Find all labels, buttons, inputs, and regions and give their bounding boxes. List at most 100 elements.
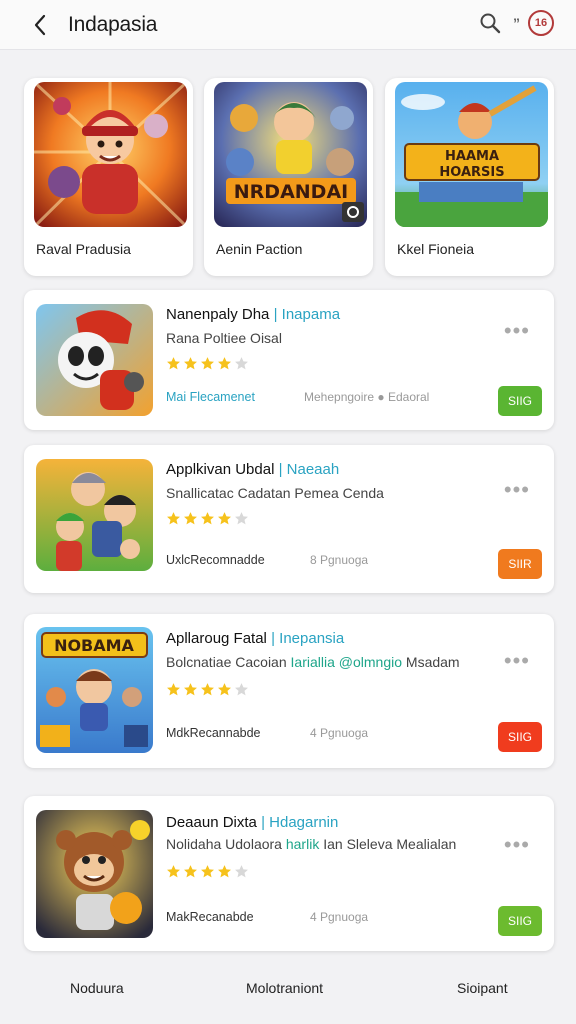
app-tag: | Naeaah [278,461,340,478]
recommend-label: UxlcRecomnadde [166,553,265,567]
svg-text:NRDANDAI: NRDANDAI [234,181,348,203]
install-button[interactable]: SIIG [498,722,542,752]
svg-text:NOBAMA: NOBAMA [54,636,134,655]
more-options-icon[interactable]: ••• [504,834,530,856]
install-button[interactable]: SIIR [498,549,542,579]
quote-icon: ” [513,15,520,31]
featured-card[interactable]: Raval Pradusia [24,78,193,276]
app-title-text: Apllaroug Fatal [166,630,267,647]
castle-art-icon: HAAMA HOARSIS [395,82,548,227]
star-filled-icon [184,683,197,696]
install-button[interactable]: SIIG [498,906,542,936]
featured-card[interactable]: NRDANDAI Aenin Paction [204,78,373,276]
star-empty-icon [235,357,248,370]
recommend-label: MakRecanabde [166,910,254,924]
app-name: Apllaroug Fatal | Inepansia [166,630,344,647]
group-heroes-icon [36,459,153,571]
app-description-tail: Msadam [405,654,460,670]
hero-art-icon [34,82,187,227]
recommend-label: MdkRecannabde [166,726,261,740]
star-filled-icon [167,865,180,878]
star-filled-icon [201,865,214,878]
app-tag-text: Inepansia [279,630,345,647]
app-description: Snallicatac Cadatan Pemea Cenda [166,485,384,501]
star-filled-icon [201,683,214,696]
app-title-text: Applkivan Ubdal [166,461,275,478]
star-filled-icon [218,357,231,370]
adventure-game-icon: NOBAMA [36,627,153,753]
app-meta: 8 Pgnuoga [310,553,369,567]
app-tag: | Inapama [273,306,341,323]
nav-item-home[interactable]: Noduura [70,980,124,996]
featured-card-label: Kkel Fioneia [397,241,475,257]
featured-card-label: Raval Pradusia [36,241,131,257]
back-button[interactable] [20,3,60,47]
star-filled-icon [167,512,180,525]
monkey-hero-icon [36,810,153,938]
search-button[interactable] [475,8,505,38]
star-filled-icon [184,865,197,878]
app-list-item[interactable]: Nanenpaly Dha | Inapama Rana Poltiee Ois… [24,290,554,430]
app-tag-text: Inapama [281,306,341,323]
rating-stars [166,511,249,526]
star-empty-icon [235,512,248,525]
app-name: Applkivan Ubdal | Naeaah [166,461,339,478]
rating-stars [166,682,249,697]
app-description-text: Nolidaha Udolaora [166,836,282,852]
svg-text:HAAMA: HAAMA [445,149,499,164]
app-name: Nanenpaly Dha | Inapama [166,306,340,323]
app-description-highlight: harlik [285,836,320,852]
app-description-highlight: Iariallia @olmngio [290,654,403,670]
star-filled-icon [184,357,197,370]
bottom-navigation: Noduura Molotraniont Sioipant [0,960,576,1024]
svg-text:HOARSIS: HOARSIS [439,165,504,180]
app-meta: Mehepngoire ● Edaoral [304,390,430,404]
app-description: Rana Poltiee Oisal [166,330,282,346]
app-title-text: Deaaun Dixta [166,814,257,831]
star-filled-icon [218,512,231,525]
app-meta: 4 Pgnuoga [310,726,369,740]
rating-stars [166,356,249,371]
star-filled-icon [167,357,180,370]
featured-card[interactable]: HAAMA HOARSIS Kkel Fioneia [385,78,554,276]
search-icon [480,13,501,34]
install-button[interactable]: SIIG [498,386,542,416]
featured-card-label: Aenin Paction [216,241,303,257]
app-list-item[interactable]: Applkivan Ubdal | Naeaah Snallicatac Cad… [24,445,554,593]
top-app-bar: Indapasia ” 16 [0,0,576,50]
star-filled-icon [167,683,180,696]
app-list-item[interactable]: Deaaun Dixta | Hdagarnin Nolidaha Udolao… [24,796,554,951]
star-filled-icon [218,865,231,878]
nav-item-middle[interactable]: Molotraniont [246,980,323,996]
nav-item-right[interactable]: Sioipant [457,980,508,996]
star-filled-icon [218,683,231,696]
recommend-label: Mai Flecamenet [166,390,255,404]
more-options-icon[interactable]: ••• [504,320,530,342]
more-options-icon[interactable]: ••• [504,479,530,501]
rating-stars [166,864,249,879]
app-title-text: Nanenpaly Dha [166,306,270,323]
star-filled-icon [201,357,214,370]
app-list-item[interactable]: NOBAMA Apllaroug Fatal | Inepansia Bolcn… [24,614,554,768]
app-tag-text: Naeaah [286,461,340,478]
app-meta: 4 Pgnuoga [310,910,369,924]
more-options-icon[interactable]: ••• [504,650,530,672]
star-filled-icon [201,512,214,525]
app-description-text: Bolcnatiae Cacoian [166,654,287,670]
app-description: Bolcnatiae Cacoian Iariallia @olmngio Ms… [166,654,460,670]
app-tag: | Inepansia [271,630,345,647]
chevron-left-icon [34,14,46,35]
app-name: Deaaun Dixta | Hdagarnin [166,814,338,831]
profile-badge-button[interactable]: 16 [528,10,554,36]
star-empty-icon [235,865,248,878]
panda-hero-icon [36,304,153,416]
star-filled-icon [184,512,197,525]
featured-row: Raval Pradusia NRDANDAI Aenin Paction HA… [24,78,554,278]
app-tag-text: Hdagarnin [269,814,339,831]
team-art-icon: NRDANDAI [214,82,367,227]
app-tag: | Hdagarnin [261,814,339,831]
star-empty-icon [235,683,248,696]
page-title: Indapasia [68,12,158,36]
app-description: Nolidaha Udolaora harlik Ian Sleleva Mea… [166,836,456,852]
app-description-tail: Ian Sleleva Mealialan [323,836,457,852]
